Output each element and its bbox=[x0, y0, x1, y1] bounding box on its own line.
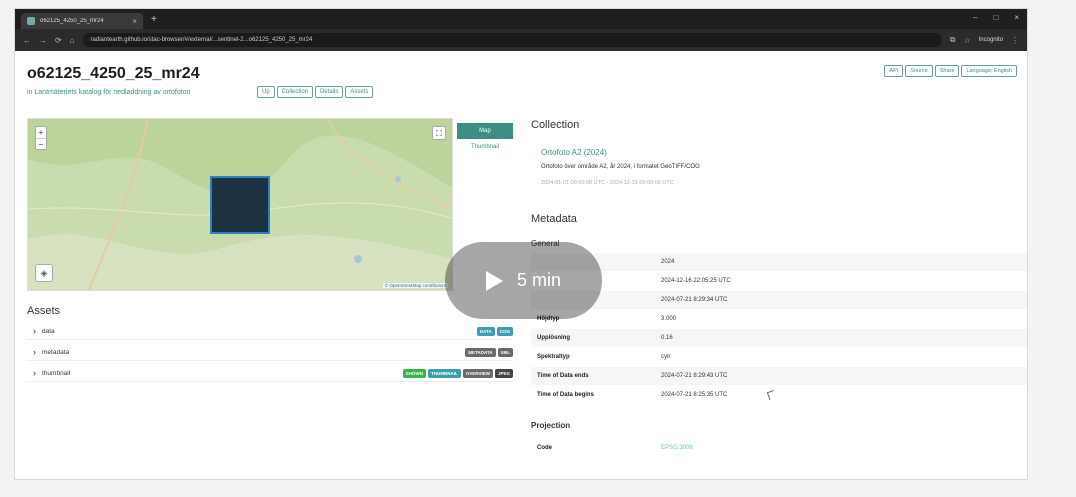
details-button[interactable]: Details bbox=[315, 86, 344, 98]
close-icon[interactable]: × bbox=[132, 17, 137, 26]
tab-bar: o62125_4250_25_mr24 × + – □ × bbox=[15, 9, 1027, 29]
asset-badge: DATA bbox=[476, 326, 495, 336]
asset-name: thumbnail bbox=[42, 369, 71, 377]
catalog-link[interactable]: in Lantmäteriets katalog för nedladdning… bbox=[27, 89, 190, 96]
address-bar: ← → ⟳ ⌂ radiantearth.github.io/stac-brow… bbox=[15, 29, 1027, 51]
asset-badge: THUMBNAIL bbox=[428, 368, 461, 378]
metadata-key: Time of Data begins bbox=[537, 392, 594, 398]
metadata-key: Upplösning bbox=[537, 335, 570, 341]
language-dropdown[interactable]: Language: English bbox=[961, 65, 1017, 77]
chevron-right-icon[interactable]: › bbox=[27, 368, 36, 378]
tab-thumbnail[interactable]: Thumbnail bbox=[457, 139, 513, 155]
chevron-right-icon[interactable]: › bbox=[27, 347, 36, 357]
metadata-row: 2024-12-16 22:05:25 UTC bbox=[531, 272, 1027, 290]
metadata-value: 3.000 bbox=[661, 316, 677, 322]
asset-badge: XML bbox=[497, 347, 513, 357]
assets-heading: Assets bbox=[27, 305, 61, 317]
collection-description: Ortofoto över område A2, år 2024, i form… bbox=[541, 164, 700, 170]
metadata-heading: Metadata bbox=[531, 213, 577, 225]
metadata-value: 2024-12-16 22:05:25 UTC bbox=[661, 278, 731, 284]
url-field[interactable]: radiantearth.github.io/stac-browser/#/ex… bbox=[82, 33, 942, 47]
metadata-row-code: Code EPSG:3006 bbox=[531, 439, 1027, 457]
map-view-tabs: Map Thumbnail bbox=[457, 123, 513, 155]
video-duration: 5 min bbox=[516, 270, 561, 290]
zoom-out-button[interactable]: − bbox=[36, 138, 46, 149]
metadata-row: Upplösning 0.16 bbox=[531, 329, 1027, 347]
asset-badges: SHOWN THUMBNAIL OVERVIEW JPEG bbox=[402, 368, 513, 378]
video-play-overlay[interactable]: 5 min bbox=[445, 242, 602, 319]
metadata-value: 2024-07-21 8:29:43 UTC bbox=[661, 373, 728, 379]
metadata-value: 0.16 bbox=[661, 335, 673, 341]
metadata-key: Time of Data ends bbox=[537, 373, 589, 379]
up-button[interactable]: Up bbox=[257, 86, 275, 98]
menu-icon[interactable]: ⋮ bbox=[1011, 36, 1019, 45]
api-button[interactable]: API bbox=[884, 65, 904, 77]
window-controls: – □ × bbox=[973, 13, 1019, 22]
metadata-row: Höjdtyp 3.000 bbox=[531, 310, 1027, 328]
layers-icon[interactable]: ◈ bbox=[35, 264, 53, 282]
metadata-value: cyir bbox=[661, 354, 671, 360]
collection-button[interactable]: Collection bbox=[276, 86, 314, 98]
star-icon[interactable]: ☆ bbox=[963, 36, 970, 45]
metadata-key: Code bbox=[537, 445, 552, 451]
map-attribution[interactable]: © OpenStreetMap contributors bbox=[382, 283, 448, 288]
metadata-value: 2024 bbox=[661, 259, 675, 265]
metadata-row: 2024 bbox=[531, 253, 1027, 271]
collection-heading: Collection bbox=[531, 119, 580, 131]
home-icon[interactable]: ⌂ bbox=[70, 36, 75, 45]
maximize-icon[interactable]: □ bbox=[993, 13, 998, 22]
share-button[interactable]: Share bbox=[934, 65, 960, 77]
metadata-row: Time of Data begins 2024-07-21 8:25:35 UT… bbox=[531, 386, 1027, 404]
reload-icon[interactable]: ⟳ bbox=[55, 36, 62, 45]
nav-chips: Up Collection Details Assets bbox=[257, 86, 374, 98]
close-window-icon[interactable]: × bbox=[1014, 13, 1019, 22]
new-tab-icon[interactable]: + bbox=[151, 14, 157, 25]
collection-link[interactable]: Ortofoto A2 (2024) bbox=[541, 148, 607, 157]
asset-badge: METADATA bbox=[465, 347, 496, 357]
play-icon[interactable] bbox=[485, 270, 503, 291]
metadata-row: 2024-07-21 8:29:34 UTC bbox=[531, 291, 1027, 309]
asset-badge: SHOWN bbox=[402, 368, 427, 378]
asset-badge: COG bbox=[496, 326, 513, 336]
zoom-control: + − bbox=[35, 126, 47, 150]
browser-tab[interactable]: o62125_4250_25_mr24 × bbox=[21, 13, 143, 29]
tab-map[interactable]: Map bbox=[457, 123, 513, 139]
asset-name: metadata bbox=[42, 348, 70, 356]
minimize-icon[interactable]: – bbox=[973, 13, 977, 22]
asset-badge: JPEG bbox=[494, 368, 513, 378]
collection-dates: 2024-01-01 00:00:00 UTC - 2024-12-31 00:… bbox=[541, 180, 674, 186]
metadata-row: Time of Data ends 2024-07-21 8:29:43 UTC bbox=[531, 367, 1027, 385]
projection-heading: Projection bbox=[531, 421, 571, 430]
item-footprint bbox=[210, 176, 270, 234]
zoom-in-button[interactable]: + bbox=[36, 127, 46, 138]
asset-row-thumbnail[interactable]: › thumbnail SHOWN THUMBNAIL OVERVIEW JPEG bbox=[27, 365, 513, 382]
metadata-value: 2024-07-21 8:29:34 UTC bbox=[661, 297, 728, 303]
source-button[interactable]: Source bbox=[905, 65, 933, 77]
asset-name: data bbox=[42, 327, 55, 335]
asset-badges: DATA COG bbox=[476, 326, 513, 336]
top-actions: API Source Share Language: English bbox=[884, 65, 1017, 77]
asset-badges: METADATA XML bbox=[465, 347, 513, 357]
asset-row-data[interactable]: › data DATA COG bbox=[27, 323, 513, 340]
metadata-value: 2024-07-21 8:25:35 UTC bbox=[661, 392, 728, 398]
chevron-right-icon[interactable]: › bbox=[27, 326, 36, 336]
favicon-icon bbox=[27, 17, 35, 25]
back-icon[interactable]: ← bbox=[23, 36, 31, 45]
metadata-value[interactable]: EPSG:3006 bbox=[661, 445, 693, 451]
asset-badge: OVERVIEW bbox=[462, 368, 493, 378]
incognito-badge[interactable]: Incognito bbox=[979, 37, 1003, 43]
extensions-icon[interactable]: ⧉ bbox=[950, 35, 956, 45]
asset-row-metadata[interactable]: › metadata METADATA XML bbox=[27, 344, 513, 361]
forward-icon[interactable]: → bbox=[39, 36, 47, 45]
page-title: o62125_4250_25_mr24 bbox=[27, 65, 200, 82]
map-view[interactable]: + − ⛶ ◈ © OpenStreetMap contributors bbox=[27, 118, 453, 291]
fullscreen-icon[interactable]: ⛶ bbox=[432, 126, 446, 140]
metadata-row: Spektraltyp cyir bbox=[531, 348, 1027, 366]
tab-title: o62125_4250_25_mr24 bbox=[40, 18, 104, 24]
assets-button[interactable]: Assets bbox=[345, 86, 374, 98]
metadata-key: Spektraltyp bbox=[537, 354, 570, 360]
